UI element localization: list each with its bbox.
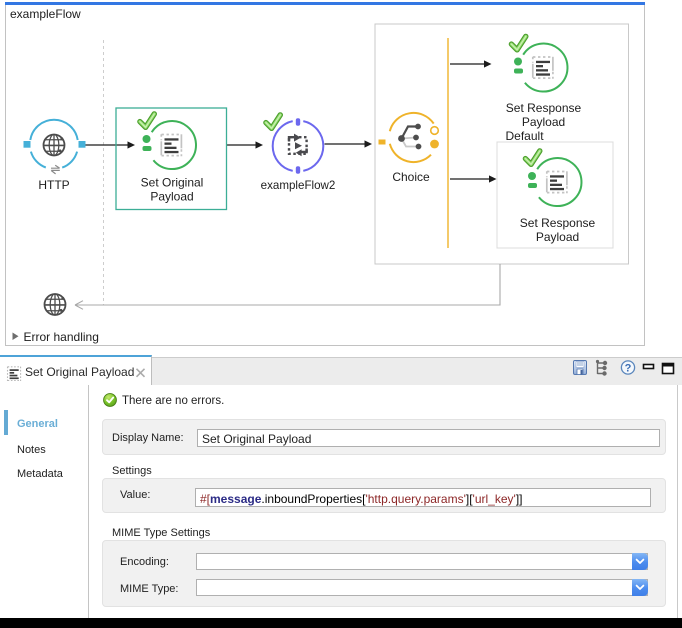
svg-text:Payload: Payload — [536, 230, 579, 244]
svg-text:Payload: Payload — [150, 190, 193, 204]
svg-text:exampleFlow2: exampleFlow2 — [261, 179, 336, 192]
svg-text:HTTP: HTTP — [38, 178, 69, 192]
svg-text:?: ? — [625, 363, 632, 375]
svg-text:Choice: Choice — [392, 170, 430, 184]
svg-text:Set Response: Set Response — [506, 101, 582, 115]
svg-text:Set Response: Set Response — [520, 216, 596, 230]
svg-text:Default: Default — [506, 129, 545, 143]
svg-text:Error handling: Error handling — [24, 330, 99, 344]
svg-text:Payload: Payload — [522, 115, 565, 129]
svg-text:Set Original: Set Original — [141, 176, 204, 190]
